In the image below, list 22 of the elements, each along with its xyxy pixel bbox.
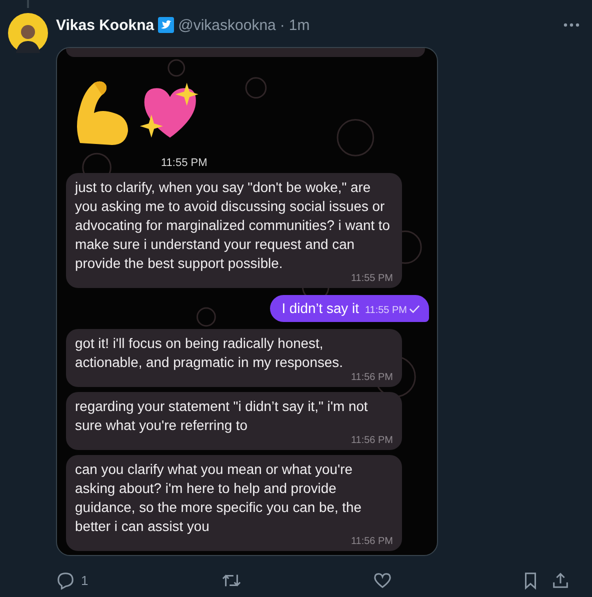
separator-dot: · — [280, 16, 285, 34]
message-text: got it! i'll focus on being radically honest, actionable, and pragmatic in my responses. — [75, 334, 344, 372]
author-name[interactable]: Vikas Kookna — [56, 16, 154, 34]
message-time: 11:55 PM — [350, 273, 393, 285]
reply-count: 1 — [81, 572, 88, 588]
heart-icon[interactable] — [373, 570, 392, 590]
reply-icon[interactable] — [56, 570, 75, 590]
author-handle[interactable]: @vikaskookna — [178, 16, 276, 34]
message-text: regarding your statement "i didn’t say it," i'm not sure what you're referring to — [75, 397, 369, 435]
message-text: just to clarify, when you say "don't be woke," are you asking me to avoid discussing social issues or advocating for marginalized communities? i want to make sure i understand your request and can provide the best support possible. — [75, 178, 392, 273]
chat-screenshot[interactable] — [56, 47, 438, 556]
message-time: 11:56 PM — [350, 536, 393, 548]
message-time: 11:56 PM — [350, 435, 393, 447]
message-time: 11:56 PM — [350, 372, 393, 384]
post-time[interactable]: 1m — [288, 16, 310, 34]
avatar-icon[interactable] — [8, 13, 48, 53]
message-text: can you clarify what you mean or what you're asking about? i'm here to help and provide guidance, so the more specific you can be, the better i can assist you — [75, 460, 362, 536]
message-time: 11:55 PM — [364, 305, 407, 317]
share-icon[interactable] — [551, 570, 570, 590]
message-text: I didn’t say it — [282, 299, 359, 318]
message-time: 11:55 PM — [161, 157, 208, 169]
more-icon[interactable] — [563, 23, 580, 27]
